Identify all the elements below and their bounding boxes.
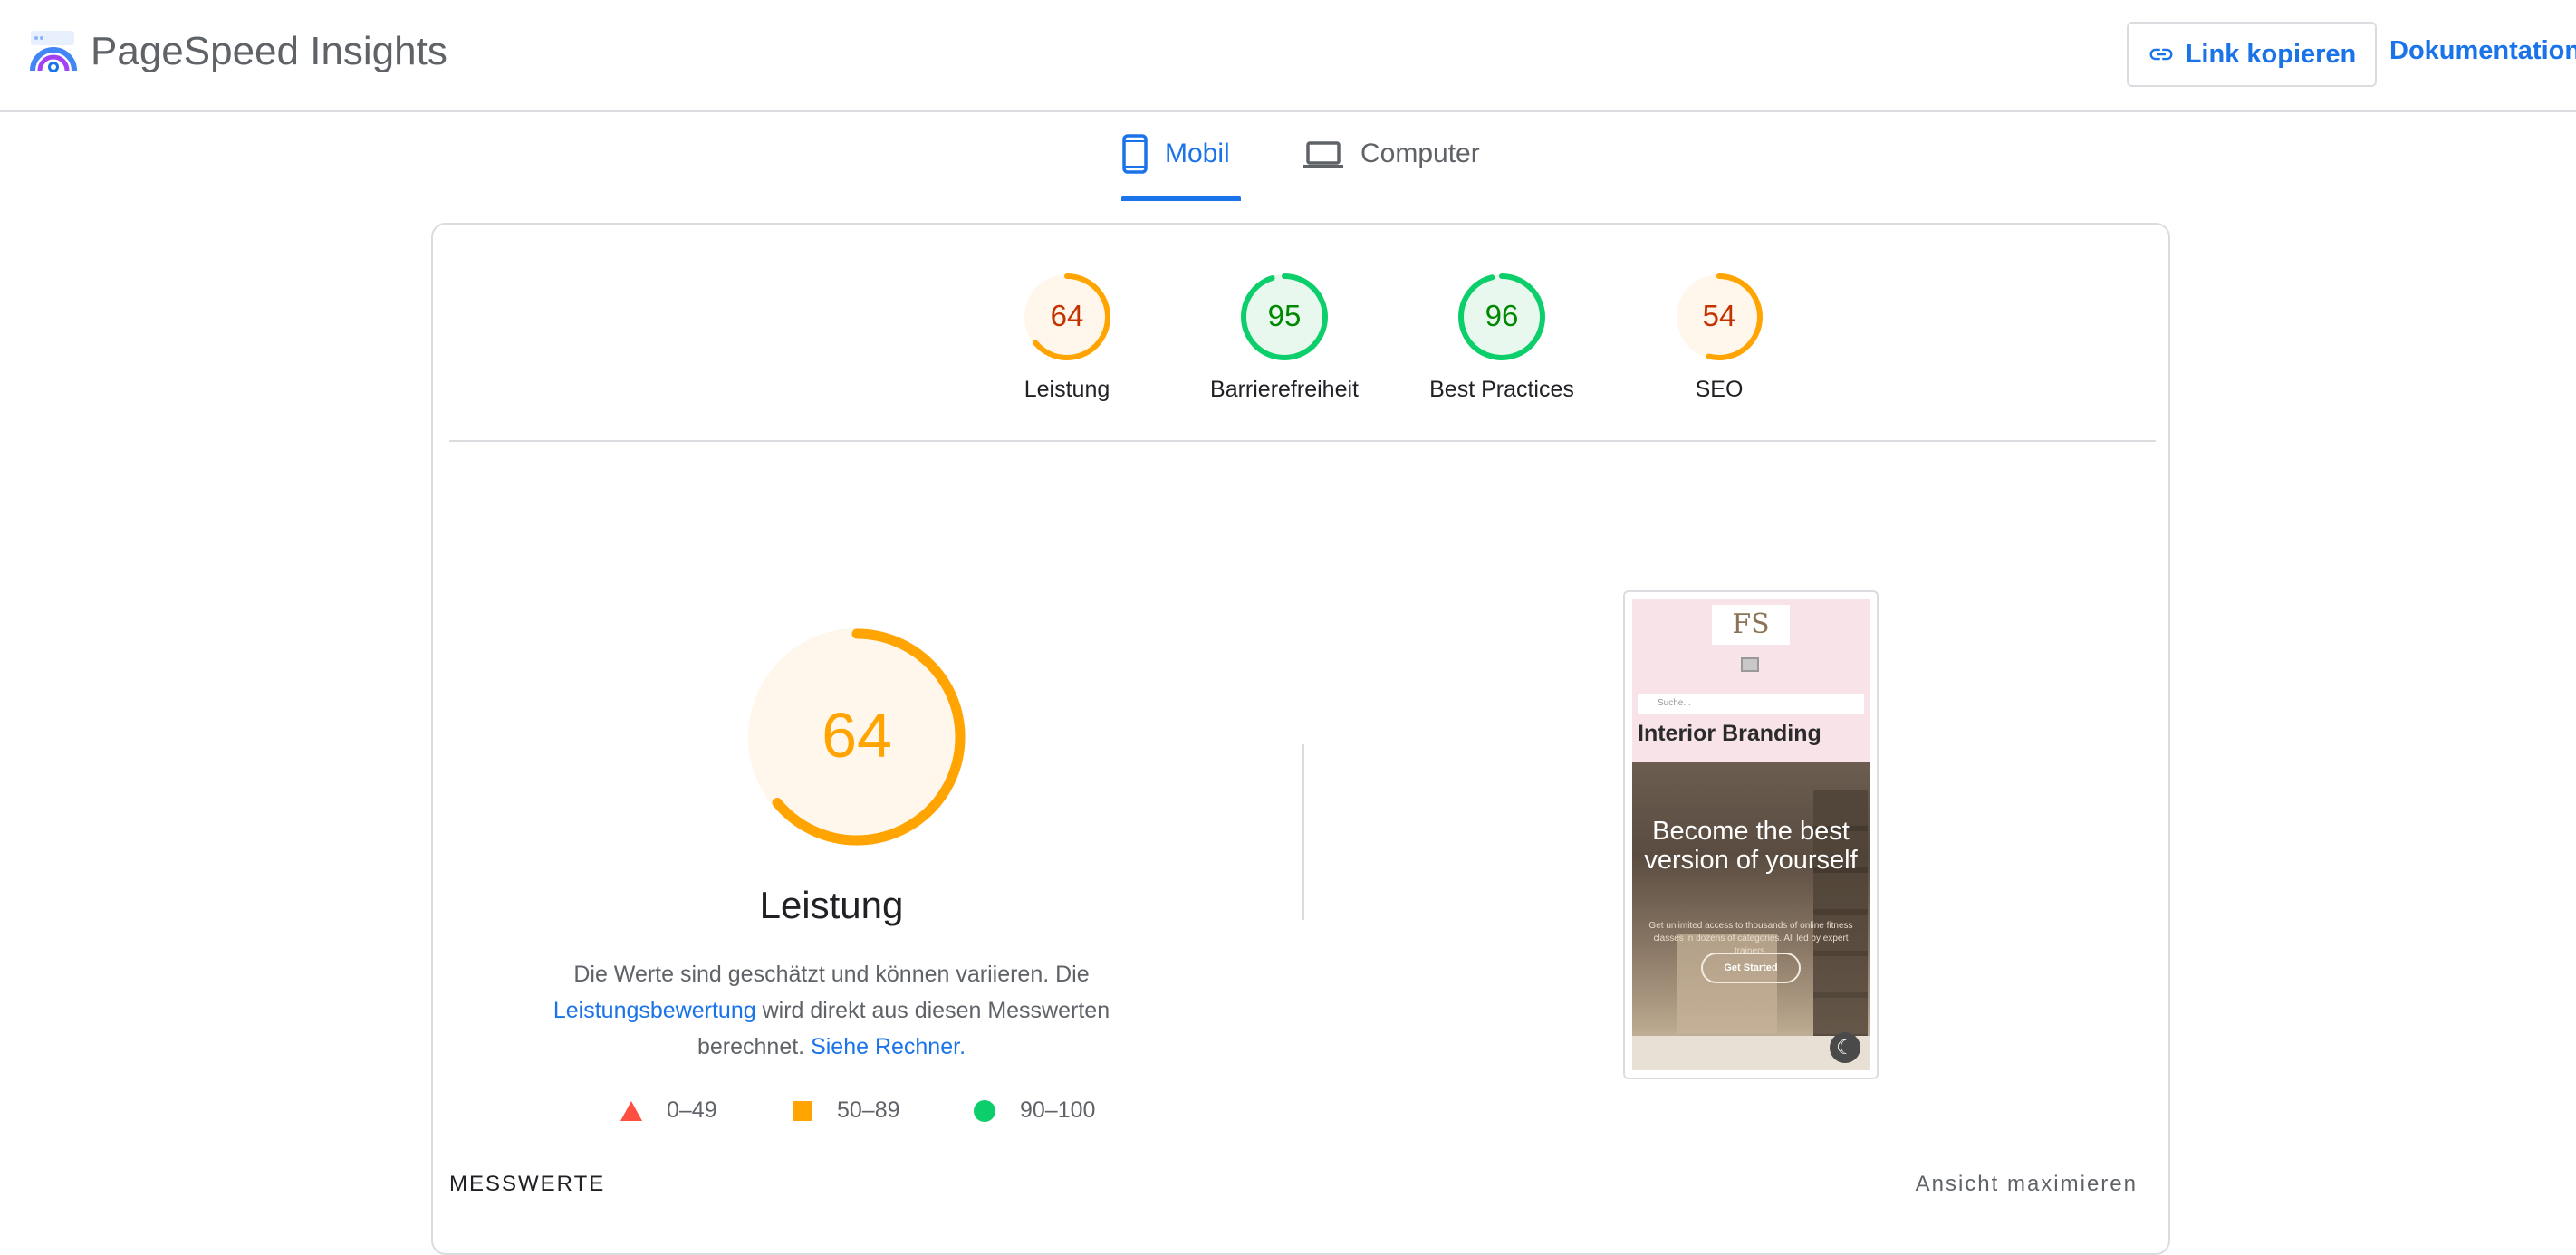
screenshot-content: FS Suche... Interior Branding Become the… [1632, 599, 1870, 1070]
smartphone-icon [1122, 134, 1148, 174]
app-title: PageSpeed Insights [91, 29, 447, 73]
score-label: SEO [1695, 377, 1744, 402]
orange-square-icon [793, 1100, 812, 1121]
site-logo: FS [1712, 605, 1790, 645]
red-triangle-icon [620, 1100, 642, 1121]
dark-mode-moon-icon: ☾ [1830, 1032, 1860, 1063]
score-label: Barrierefreiheit [1210, 377, 1359, 402]
score-gauge-best-practices[interactable]: 96 Best Practices [1411, 270, 1592, 403]
expand-view-button[interactable]: Ansicht maximieren [1916, 1172, 2138, 1197]
tab-mobile[interactable]: Mobil [1121, 134, 1230, 203]
score-calc-link[interactable]: Leistungsbewertung [553, 998, 756, 1023]
report-card: 64 Leistung 95 Barrierefreiheit 96 Best … [431, 223, 2170, 1255]
tab-mobile-label: Mobil [1165, 139, 1230, 168]
gauge-ring: 64 [1024, 273, 1110, 360]
legend-range: 90–100 [1020, 1097, 1096, 1123]
score-value: 64 [1051, 299, 1084, 332]
hero-headline: Become the best version of yourself [1644, 817, 1858, 875]
page-screenshot-preview[interactable]: FS Suche... Interior Branding Become the… [1623, 590, 1879, 1079]
legend-item-fail: 0–49 [620, 1097, 717, 1124]
site-search-input: Suche... [1638, 694, 1864, 714]
score-gauge-accessibility[interactable]: 95 Barrierefreiheit [1194, 270, 1375, 403]
score-value: 95 [1268, 299, 1302, 332]
pagespeed-logo-icon [30, 31, 77, 72]
score-gauge-performance[interactable]: 64 Leistung [976, 270, 1158, 403]
site-heading: Interior Branding [1638, 721, 1821, 746]
legend-range: 50–89 [837, 1097, 900, 1123]
calculator-link[interactable]: Siehe Rechner. [811, 1034, 966, 1059]
top-bar: PageSpeed Insights Link kopieren Dokumen… [0, 0, 2576, 112]
score-label: Best Practices [1429, 377, 1574, 402]
divider [449, 440, 2156, 442]
legend-item-average: 50–89 [792, 1097, 900, 1124]
green-circle-icon [974, 1099, 995, 1122]
laptop-icon [1303, 141, 1343, 168]
gauge-ring: 95 [1241, 273, 1328, 360]
metrics-heading: MESSWERTE [449, 1172, 606, 1196]
link-icon [2149, 48, 2173, 61]
legend-item-pass: 90–100 [973, 1097, 1095, 1124]
copy-link-label: Link kopieren [2185, 39, 2357, 69]
performance-description: Die Werte sind geschätzt und können vari… [551, 956, 1112, 1065]
performance-title: Leistung [759, 884, 904, 926]
score-value: 96 [1485, 299, 1519, 332]
hamburger-icon [1741, 657, 1759, 672]
tab-desktop-label: Computer [1360, 139, 1480, 168]
category-scores: 64 Leistung 95 Barrierefreiheit 96 Best … [433, 270, 2168, 451]
performance-score-value: 64 [822, 700, 892, 771]
documentation-link[interactable]: Dokumentation [2389, 36, 2576, 66]
copy-link-button[interactable]: Link kopieren [2127, 22, 2377, 87]
score-legend: 0–49 50–89 90–100 [433, 1097, 1230, 1134]
gauge-ring: 96 [1458, 273, 1545, 360]
hero-image: Become the best version of yourself Get … [1632, 762, 1870, 1070]
vertical-separator [1302, 744, 1304, 920]
gauge-ring: 54 [1676, 273, 1763, 360]
score-gauge-seo[interactable]: 54 SEO [1629, 270, 1810, 403]
description-text: Die Werte sind geschätzt und können vari… [573, 962, 1090, 987]
active-tab-indicator [1121, 196, 1241, 201]
hero-cta-button: Get Started [1701, 953, 1801, 983]
legend-range: 0–49 [667, 1097, 717, 1123]
score-value: 54 [1703, 299, 1736, 332]
performance-gauge: 64 [748, 628, 966, 846]
tab-desktop[interactable]: Computer [1302, 134, 1480, 203]
score-label: Leistung [1024, 377, 1110, 402]
